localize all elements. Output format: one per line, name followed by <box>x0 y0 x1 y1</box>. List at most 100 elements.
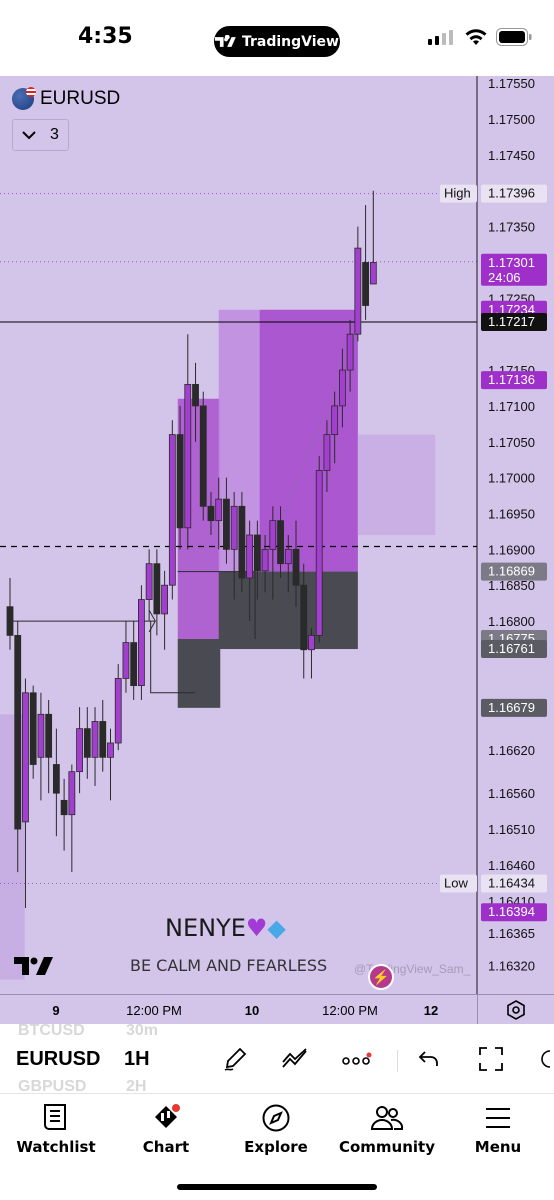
battery-icon <box>496 28 532 46</box>
candle-body <box>6 606 14 636</box>
indicator-collapse-toggle[interactable]: 3 <box>12 119 69 151</box>
tab-label: Explore <box>244 1138 308 1156</box>
price-label-countdown: 24:06 <box>488 270 521 285</box>
status-time: 4:35 <box>78 24 133 49</box>
status-icons <box>428 28 532 46</box>
candle-body <box>338 369 346 407</box>
candle-body <box>362 262 369 306</box>
list-book-icon <box>44 1104 66 1130</box>
tradingview-logo-icon <box>215 34 236 47</box>
more-tools-button[interactable] <box>538 1044 554 1074</box>
compass-icon <box>262 1104 290 1132</box>
pen-icon <box>224 1047 247 1071</box>
fullscreen-button[interactable] <box>476 1044 506 1074</box>
candle-body <box>130 642 138 687</box>
zone-target <box>357 434 436 535</box>
indicators-button[interactable] <box>280 1044 310 1074</box>
eu-us-flag-icon <box>12 87 36 110</box>
candle-body <box>292 548 300 586</box>
time-tick: 10 <box>244 1003 260 1018</box>
chart-area[interactable]: 1.17550 1.17500 1.17450 1.17350 1.17250 1.171… <box>0 76 554 994</box>
price-tick: 1.17050 <box>488 435 535 450</box>
tab-explore[interactable]: Explore <box>226 1102 326 1156</box>
price-tick: 1.17100 <box>488 399 535 414</box>
candle-body <box>369 262 377 285</box>
candle-body <box>52 764 60 794</box>
toolbar-separator <box>397 1050 398 1072</box>
partial-tool-icon <box>541 1050 551 1068</box>
price-label-value: 1.16394 <box>488 904 535 919</box>
candle-body <box>45 713 53 758</box>
candle-body <box>308 635 315 651</box>
time-tick: 9 <box>52 1003 60 1018</box>
candle-body <box>176 434 184 529</box>
watermark-name-text: NENYE <box>165 914 246 942</box>
interval-picker[interactable]: 1H <box>124 1048 150 1071</box>
candle-body <box>207 505 215 522</box>
candle-body <box>269 520 277 550</box>
candle-body <box>161 584 169 615</box>
more-options-button[interactable] <box>342 1044 372 1074</box>
ghost-interval-above: 30m <box>126 1022 159 1039</box>
candle-body <box>60 799 68 816</box>
candle-body <box>346 333 354 371</box>
hexagon-gear-icon[interactable] <box>506 1000 526 1020</box>
price-axis-bg <box>477 76 554 994</box>
candle-body <box>22 692 29 823</box>
price-tick: 1.16460 <box>488 858 535 873</box>
purple-heart-icon: ♥ <box>245 914 268 942</box>
undo-icon <box>418 1051 438 1066</box>
watermark-quote: BE CALM AND FEARLESS <box>130 956 328 975</box>
candle-body <box>199 405 207 507</box>
candle-body <box>29 692 37 765</box>
tradingview-pill[interactable]: TradingView <box>214 26 340 57</box>
price-label-name: Low <box>444 876 468 891</box>
chart-symbol[interactable]: EURUSD <box>12 87 121 110</box>
candle-body <box>99 721 107 758</box>
time-axis-divider <box>477 995 478 1025</box>
tab-watchlist[interactable]: Watchlist <box>6 1102 106 1156</box>
tab-chart[interactable]: Chart <box>116 1102 216 1156</box>
zone-dark-left <box>177 638 221 708</box>
undo-button[interactable] <box>414 1044 444 1074</box>
candlestick-chart[interactable]: 1.175501.175001.174501.173501.172501.171… <box>0 76 554 994</box>
price-tick: 1.16900 <box>488 542 535 557</box>
drawing-tools-button[interactable] <box>220 1044 250 1074</box>
candle-body <box>192 383 199 407</box>
price-label-value: 1.17301 <box>488 255 535 270</box>
candle-body <box>138 599 145 687</box>
price-tick: 1.17450 <box>488 148 535 163</box>
price-label-value: 1.16761 <box>488 641 535 656</box>
candle-body <box>246 534 254 579</box>
lightning-icon[interactable]: ⚡ <box>368 964 394 990</box>
candle-body <box>315 470 323 636</box>
tab-label: Community <box>338 1138 436 1156</box>
time-axis[interactable]: 9 12:00 PM 10 12:00 PM 12 <box>0 994 554 1025</box>
candle-body <box>37 713 45 758</box>
candle-body <box>83 728 91 758</box>
candle-body <box>153 563 161 615</box>
price-tick: 1.17500 <box>488 112 535 127</box>
candle-body <box>284 548 292 565</box>
tab-community[interactable]: Community <box>337 1102 437 1156</box>
candle-body <box>114 678 122 744</box>
candle-body <box>253 534 261 572</box>
ghost-symbol-above: BTCUSD <box>18 1022 85 1039</box>
diamond-icon: ◆ <box>267 914 286 942</box>
candle-body <box>331 405 339 435</box>
price-label-name: High <box>444 186 471 201</box>
symbol-picker[interactable]: EURUSD <box>16 1048 100 1071</box>
chevron-down-icon <box>22 131 36 140</box>
tab-menu[interactable]: Menu <box>448 1102 548 1156</box>
tab-label: Watchlist <box>16 1138 96 1156</box>
price-tick: 1.16510 <box>488 822 535 837</box>
candle-body <box>91 721 99 758</box>
candle-body <box>68 771 76 816</box>
price-label-value: 1.16679 <box>488 700 535 715</box>
chart-symbol-label: EURUSD <box>40 88 121 109</box>
tradingview-pill-label: TradingView <box>242 33 339 50</box>
watermark-name: NENYE♥◆ <box>165 914 286 942</box>
candle-body <box>354 247 362 335</box>
price-tick: 1.16950 <box>488 506 535 521</box>
price-label-value: 1.16869 <box>488 564 535 579</box>
